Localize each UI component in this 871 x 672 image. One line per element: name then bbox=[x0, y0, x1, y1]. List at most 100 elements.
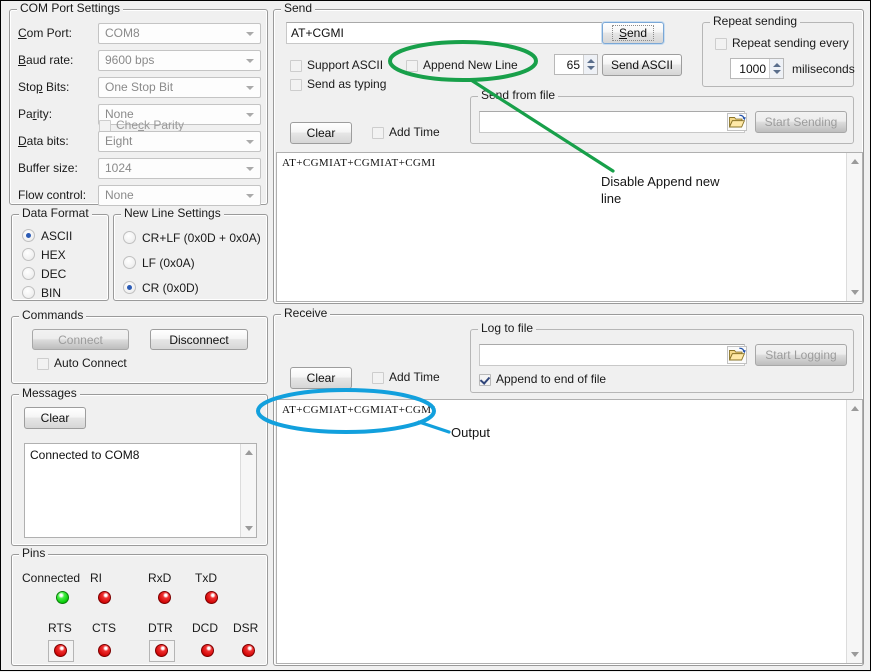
pin-led-dcd bbox=[201, 644, 214, 657]
scroll-down-icon[interactable] bbox=[241, 521, 256, 537]
chevron-down-icon bbox=[246, 194, 254, 198]
pin-led-cts bbox=[98, 644, 111, 657]
stop-bits-select[interactable]: One Stop Bit bbox=[98, 77, 261, 98]
support-ascii-label: Support ASCII bbox=[307, 58, 383, 72]
data-format-radio-dec[interactable] bbox=[22, 267, 35, 280]
new-line-label-cr: CR (0x0D) bbox=[142, 281, 199, 295]
annotation-text-output: Output bbox=[451, 424, 490, 441]
data-format-label-dec: DEC bbox=[41, 267, 66, 281]
folder-open-icon bbox=[728, 114, 746, 130]
send-output-text: AT+CGMIAT+CGMIAT+CGMI bbox=[282, 157, 436, 169]
receive-output-scrollbar[interactable] bbox=[846, 400, 862, 663]
chevron-down-icon bbox=[246, 113, 254, 117]
log-file-browse-button[interactable] bbox=[727, 346, 747, 364]
send-output-scrollbar[interactable] bbox=[846, 153, 862, 301]
append-new-line-label: Append New Line bbox=[423, 58, 518, 72]
send-as-typing-label: Send as typing bbox=[307, 77, 386, 91]
ascii-code-spinner[interactable]: 65 bbox=[554, 54, 598, 75]
data-bits-label: Data bits: bbox=[18, 134, 69, 148]
com-port-label: Com Port: bbox=[18, 26, 72, 40]
scroll-down-icon[interactable] bbox=[847, 285, 862, 301]
receive-title: Receive bbox=[281, 307, 330, 319]
send-file-path-input[interactable] bbox=[479, 111, 745, 133]
messages-scrollbar[interactable] bbox=[240, 444, 256, 537]
pin-led-ri bbox=[98, 591, 111, 604]
messages-group: Messages Clear Connected to COM8 bbox=[11, 394, 268, 546]
messages-clear-button[interactable]: Clear bbox=[24, 407, 86, 429]
parity-label: Parity: bbox=[18, 107, 52, 121]
new-line-radio-lf[interactable] bbox=[123, 256, 136, 269]
chevron-down-icon bbox=[246, 86, 254, 90]
scroll-down-icon[interactable] bbox=[847, 647, 862, 663]
chevron-down-icon bbox=[246, 140, 254, 144]
append-end-of-file-checkbox[interactable] bbox=[479, 374, 491, 386]
commands-title: Commands bbox=[19, 309, 86, 321]
send-title: Send bbox=[281, 2, 315, 14]
new-line-label-crlf: CR+LF (0x0D + 0x0A) bbox=[142, 231, 261, 245]
scroll-up-icon[interactable] bbox=[847, 400, 862, 416]
log-to-file-group: Log to file Start Logging Append to end … bbox=[470, 329, 854, 393]
send-clear-button[interactable]: Clear bbox=[290, 122, 352, 144]
chevron-down-icon bbox=[246, 32, 254, 36]
receive-clear-button[interactable]: Clear bbox=[290, 367, 352, 389]
append-new-line-checkbox[interactable] bbox=[406, 60, 418, 72]
data-format-radio-hex[interactable] bbox=[22, 248, 35, 261]
start-logging-button[interactable]: Start Logging bbox=[755, 344, 847, 366]
data-format-label-bin: BIN bbox=[41, 286, 61, 300]
new-line-radio-crlf[interactable] bbox=[123, 231, 136, 244]
application-window: COM Port Settings Com Port: COM8 Baud ra… bbox=[0, 0, 871, 671]
scroll-up-icon[interactable] bbox=[241, 444, 256, 460]
auto-connect-label: Auto Connect bbox=[54, 356, 127, 370]
buffer-size-value: 1024 bbox=[105, 161, 132, 175]
data-format-radio-ascii[interactable] bbox=[22, 229, 35, 242]
start-logging-label: Start Logging bbox=[765, 349, 836, 361]
send-command-input[interactable]: AT+CGMI bbox=[286, 22, 604, 44]
new-line-radio-cr[interactable] bbox=[123, 281, 136, 294]
send-clear-label: Clear bbox=[307, 127, 336, 139]
com-port-settings-title: COM Port Settings bbox=[17, 2, 123, 14]
send-output-area[interactable]: AT+CGMIAT+CGMIAT+CGMI bbox=[276, 152, 863, 302]
spinner-arrows-icon[interactable] bbox=[769, 59, 783, 78]
repeat-sending-checkbox[interactable] bbox=[715, 38, 727, 50]
send-ascii-button[interactable]: Send ASCII bbox=[602, 54, 682, 76]
pin-led-rts bbox=[54, 644, 67, 657]
receive-output-area[interactable]: AT+CGMIAT+CGMIAT+CGMI bbox=[276, 399, 863, 664]
pin-label-dtr: DTR bbox=[148, 621, 173, 635]
baud-rate-select[interactable]: 9600 bps bbox=[98, 50, 261, 71]
spinner-arrows-icon[interactable] bbox=[583, 55, 597, 74]
send-button[interactable]: Send bbox=[602, 22, 664, 44]
scroll-up-icon[interactable] bbox=[847, 153, 862, 169]
new-line-label-lf: LF (0x0A) bbox=[142, 256, 195, 270]
connect-button[interactable]: Connect bbox=[32, 329, 129, 350]
flow-control-select[interactable]: None bbox=[98, 185, 261, 206]
send-command-value: AT+CGMI bbox=[291, 26, 344, 40]
data-format-radio-bin[interactable] bbox=[22, 286, 35, 299]
chevron-down-icon bbox=[246, 59, 254, 63]
buffer-size-select[interactable]: 1024 bbox=[98, 158, 261, 179]
pins-group: Pins Connected RI RxD TxD RTS CTS DTR DC… bbox=[11, 554, 268, 666]
connect-button-label: Connect bbox=[58, 334, 103, 346]
append-end-of-file-label: Append to end of file bbox=[496, 372, 606, 386]
messages-log-text: Connected to COM8 bbox=[30, 448, 139, 462]
send-ascii-button-label: Send ASCII bbox=[611, 59, 673, 71]
receive-add-time-checkbox[interactable] bbox=[372, 372, 384, 384]
buffer-size-label: Buffer size: bbox=[18, 161, 78, 175]
messages-log-area[interactable]: Connected to COM8 bbox=[24, 443, 257, 538]
com-port-settings-group: COM Port Settings Com Port: COM8 Baud ra… bbox=[9, 9, 268, 205]
repeat-sending-group: Repeat sending Repeat sending every 1000… bbox=[702, 22, 854, 87]
repeat-interval-spinner[interactable]: 1000 bbox=[730, 58, 784, 79]
auto-connect-checkbox[interactable] bbox=[37, 358, 49, 370]
log-file-path-input[interactable] bbox=[479, 344, 745, 366]
pin-label-cts: CTS bbox=[92, 621, 116, 635]
send-add-time-checkbox[interactable] bbox=[372, 127, 384, 139]
support-ascii-checkbox[interactable] bbox=[290, 60, 302, 72]
start-sending-button[interactable]: Start Sending bbox=[755, 111, 847, 133]
com-port-select[interactable]: COM8 bbox=[98, 23, 261, 44]
pin-label-dsr: DSR bbox=[233, 621, 258, 635]
ascii-code-value: 65 bbox=[555, 58, 583, 72]
send-as-typing-checkbox[interactable] bbox=[290, 79, 302, 91]
data-format-label-hex: HEX bbox=[41, 248, 66, 262]
data-bits-select[interactable]: Eight bbox=[98, 131, 261, 152]
send-file-browse-button[interactable] bbox=[727, 113, 747, 131]
disconnect-button[interactable]: Disconnect bbox=[150, 329, 248, 350]
